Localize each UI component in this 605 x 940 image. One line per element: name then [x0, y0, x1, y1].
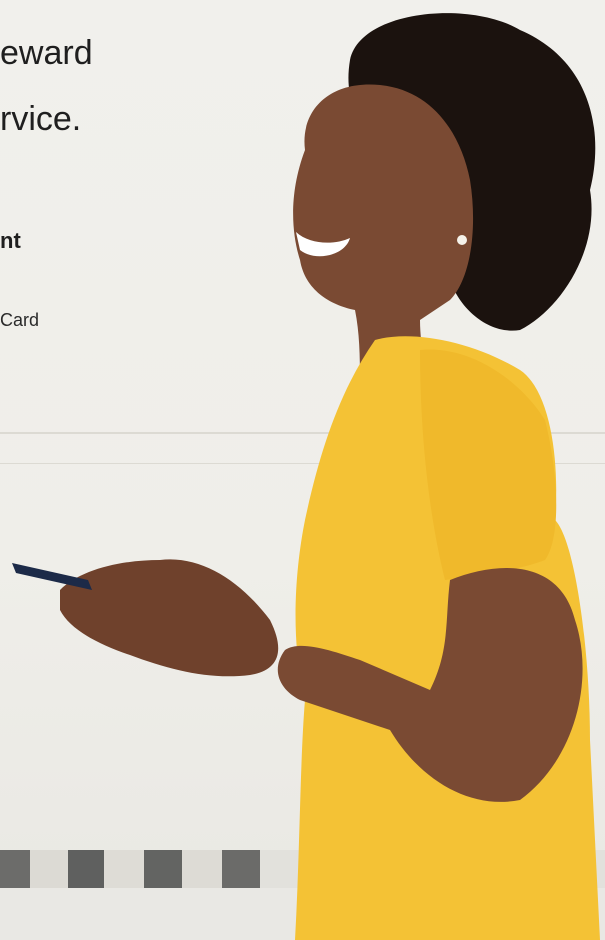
woman-with-phone-image	[12, 13, 600, 940]
sleeve	[420, 349, 557, 580]
hands	[60, 559, 279, 677]
hero-banner: eward rvice. nt Card	[0, 0, 605, 940]
earring	[457, 235, 467, 245]
